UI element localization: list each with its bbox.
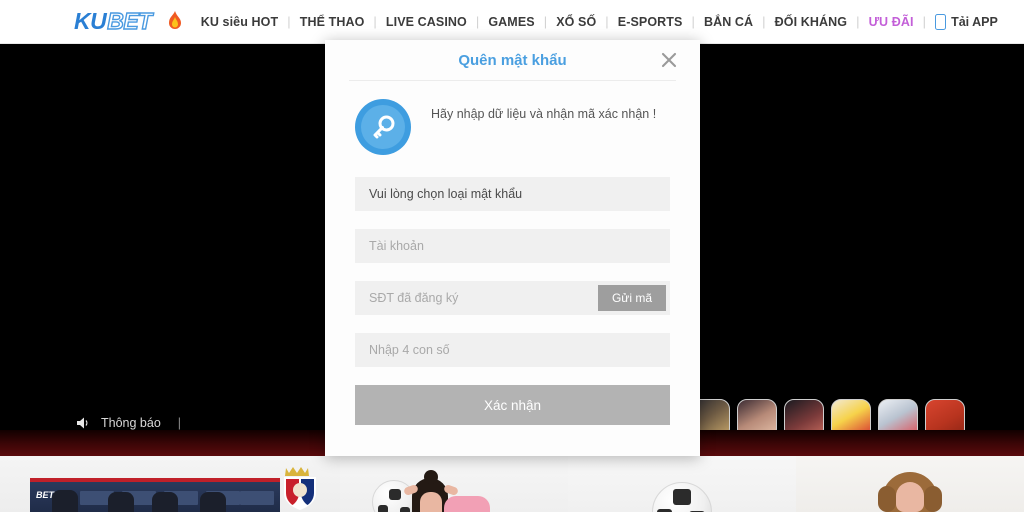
nav-item-uu-dai[interactable]: ƯU ĐÃI	[860, 15, 923, 29]
account-input-placeholder: Tài khoản	[369, 239, 424, 253]
page-root: KU BET KU siêu HOT | THỂ THAO | LIVE CAS…	[0, 0, 1024, 512]
modal-title: Quên mật khẩu	[458, 51, 567, 69]
account-input[interactable]: Tài khoản	[355, 229, 670, 263]
nav-item-games[interactable]: GAMES	[479, 15, 543, 29]
promo-face	[420, 492, 442, 512]
promo-sports-banner[interactable]: BET	[0, 456, 340, 512]
bottom-promo-strip: BET	[0, 456, 1024, 512]
promo-person	[52, 490, 78, 512]
forgot-password-modal: Quên mật khẩu Hãy nhập dữ liệu và nhận m…	[325, 40, 700, 456]
logo-text-bet: BET	[107, 8, 153, 34]
site-header: KU BET KU siêu HOT | THỂ THAO | LIVE CAS…	[0, 0, 1024, 44]
nav-item-live-casino[interactable]: LIVE CASINO	[377, 15, 476, 29]
promo-hair-side	[878, 486, 896, 512]
modal-intro-text: Hãy nhập dữ liệu và nhận mã xác nhận !	[431, 107, 657, 121]
nav-item-xo-so[interactable]: XỔ SỐ	[547, 15, 605, 29]
promo-person	[200, 492, 226, 512]
team-crest-icon	[278, 464, 322, 510]
close-icon[interactable]	[658, 49, 680, 71]
nav-item-ku-sieu-hot[interactable]: KU siêu HOT	[192, 15, 288, 29]
modal-intro-row: Hãy nhập dữ liệu và nhận mã xác nhận !	[355, 99, 670, 155]
soccer-ball-icon	[652, 482, 712, 512]
notice-separator: |	[177, 416, 182, 430]
mobile-phone-icon	[935, 13, 947, 30]
modal-header: Quên mật khẩu	[325, 40, 700, 80]
flame-icon	[166, 10, 184, 33]
code-input-placeholder: Nhập 4 con số	[369, 343, 450, 357]
nav-item-doi-khang[interactable]: ĐỐI KHÁNG	[766, 15, 856, 29]
password-type-select[interactable]: Vui lòng chọn loại mật khẩu	[355, 177, 670, 211]
download-app-link[interactable]: Tải APP	[926, 13, 998, 30]
speaker-icon	[76, 416, 92, 430]
modal-body: Hãy nhập dữ liệu và nhận mã xác nhận ! V…	[325, 81, 700, 425]
nav-item-the-thao[interactable]: THỂ THAO	[291, 15, 374, 29]
promo-person	[152, 492, 178, 512]
promo-girl-ball[interactable]	[340, 456, 568, 512]
kubet-logo[interactable]: KU BET	[74, 8, 153, 34]
main-navigation: KU siêu HOT | THỂ THAO | LIVE CASINO | G…	[192, 14, 926, 29]
confirm-button[interactable]: Xác nhận	[355, 385, 670, 425]
send-code-button[interactable]: Gửi mã	[597, 285, 666, 311]
key-icon-inner	[361, 105, 405, 149]
promo-person	[108, 492, 134, 512]
promo-portrait[interactable]	[796, 456, 1024, 512]
code-input[interactable]: Nhập 4 con số	[355, 333, 670, 367]
nav-item-ban-ca[interactable]: BẮN CÁ	[695, 15, 762, 29]
nav-item-e-sports[interactable]: E-SPORTS	[609, 15, 692, 29]
promo-hair-bun	[424, 470, 438, 484]
notice-bar[interactable]: Thông báo |	[76, 416, 181, 430]
download-app-label: Tải APP	[951, 14, 998, 29]
notice-label: Thông báo	[101, 416, 161, 430]
phone-input-placeholder: SĐT đã đăng ký	[369, 291, 459, 305]
logo-text-ku: KU	[74, 8, 107, 34]
password-type-select-value: Vui lòng chọn loại mật khẩu	[369, 187, 523, 201]
promo-hair-side	[924, 486, 942, 512]
promo-face	[896, 482, 924, 512]
soccer-ball-icon	[372, 480, 416, 512]
promo-fabric	[444, 496, 490, 512]
promo-soccer-ball[interactable]	[568, 456, 796, 512]
key-icon	[355, 99, 411, 155]
phone-input[interactable]: SĐT đã đăng ký Gửi mã	[355, 281, 670, 315]
